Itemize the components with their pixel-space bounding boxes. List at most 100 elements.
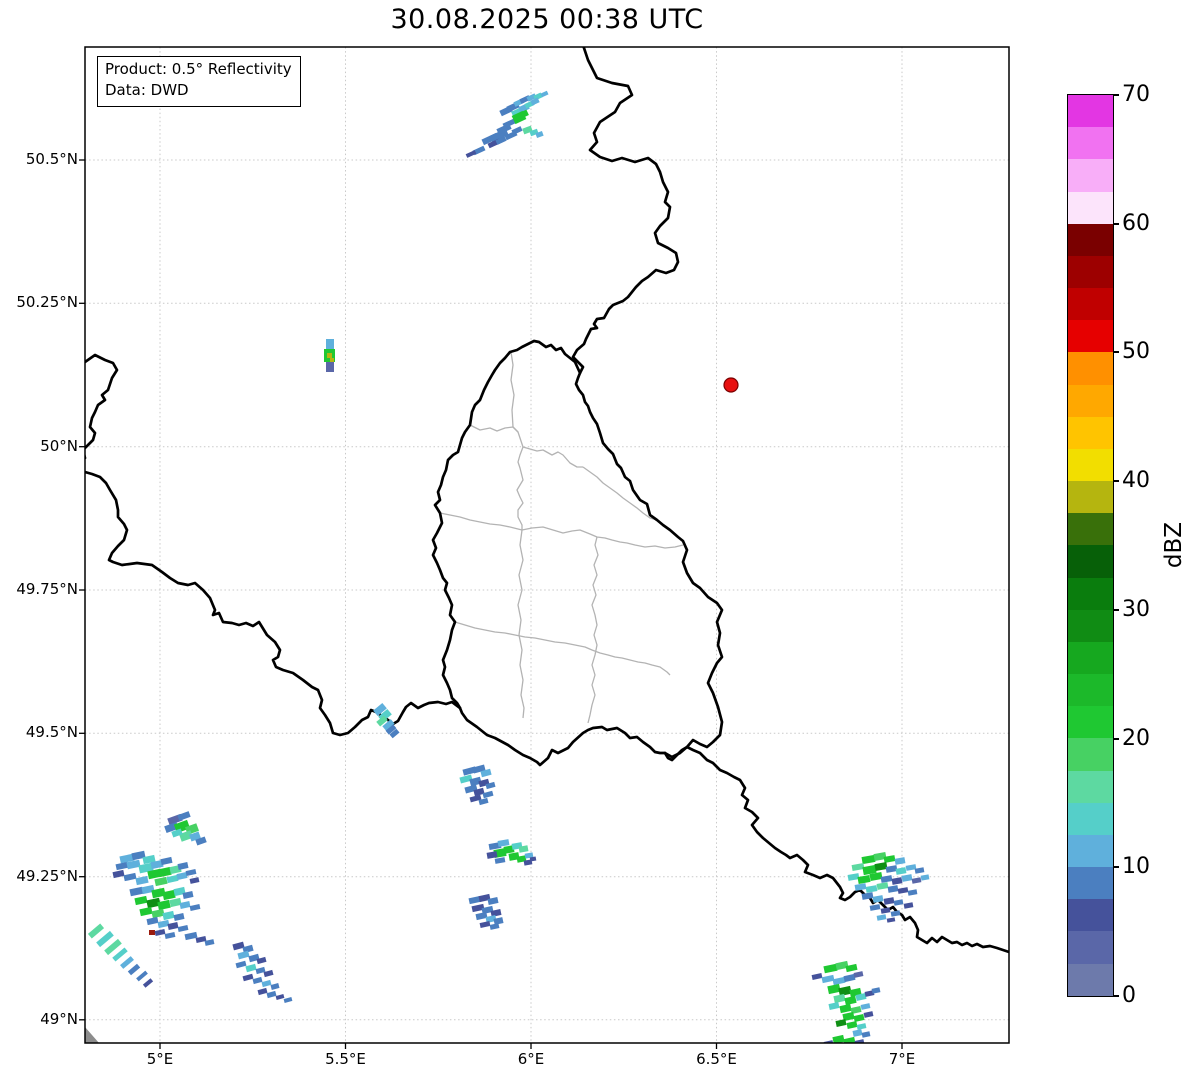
x-tick-label: 6°E: [517, 1050, 545, 1068]
radar-map-figure: 30.08.2025 00:38 UTC Product: 0.5° Refle…: [0, 0, 1202, 1081]
colorbar-segment: [1068, 513, 1113, 546]
radar-echoes-layer: [87, 90, 930, 1043]
colorbar-tick-mark: [1113, 866, 1119, 869]
colorbar-segment: [1068, 641, 1113, 675]
radar-echo-bin: [905, 864, 917, 871]
radar-echo-bin: [846, 1021, 858, 1029]
radar-echo-bin: [887, 885, 899, 893]
radar-echo-bin: [179, 901, 191, 909]
radar-echo-bin: [828, 1002, 840, 1010]
colorbar-segment: [1068, 609, 1113, 642]
radar-echo-bin: [157, 919, 170, 929]
radar-echo-bin: [883, 897, 895, 905]
colorbar-tick-mark: [1113, 608, 1119, 611]
y-tick-label: 50°N: [40, 436, 78, 455]
colorbar-tick-mark: [1113, 737, 1119, 740]
radar-echo-bin: [865, 885, 878, 893]
colorbar-segment: [1068, 288, 1113, 321]
colorbar-segment: [1068, 127, 1113, 160]
radar-echo-bin: [87, 923, 105, 939]
radar-echo-bin: [920, 874, 930, 881]
radar-echo-bin: [176, 872, 188, 880]
radar-echo-bin: [123, 872, 137, 882]
canton-border-line: [517, 529, 525, 719]
colorbar-segment: [1068, 963, 1113, 996]
radar-echo-bin: [894, 857, 906, 865]
radar-echo-bin: [465, 150, 477, 158]
radar-echo-bin: [237, 950, 250, 960]
y-tick-label: 50.5°N: [25, 150, 78, 168]
x-tick-label: 7°E: [888, 1050, 916, 1068]
radar-echo-bin: [173, 913, 185, 921]
radar-echo-bin: [154, 929, 166, 936]
radar-echo-bin: [142, 978, 154, 988]
data-source-line: Data: DWD: [105, 81, 189, 100]
radar-echo-bin: [901, 874, 913, 882]
colorbar-tick-mark: [1113, 351, 1119, 354]
radar-echo-bin: [327, 353, 332, 358]
border-luxembourg: [431, 339, 724, 767]
radar-echo-bin: [120, 956, 134, 969]
radar-echo-bin: [149, 930, 155, 935]
colorbar-segment: [1068, 223, 1113, 256]
colorbar-segment: [1068, 931, 1113, 964]
colorbar-segment: [1068, 320, 1113, 353]
radar-echo-bin: [146, 916, 159, 926]
colorbar-segment: [1068, 577, 1113, 610]
radar-echo-bin: [903, 902, 914, 909]
reflectivity-colorbar: [1067, 94, 1114, 997]
radar-echo-bin: [189, 904, 201, 911]
radar-echo-bin: [833, 993, 846, 1004]
radar-echo-bin: [880, 875, 893, 883]
radar-echo-bin: [497, 839, 510, 847]
radar-echo-bin: [844, 995, 857, 1006]
radar-echo-bin: [853, 1014, 865, 1022]
colorbar-segment: [1068, 352, 1113, 385]
radar-echo-bin: [326, 362, 334, 372]
radar-echo-bin: [127, 963, 141, 976]
y-tick-label: 49.75°N: [16, 580, 78, 598]
colorbar-segment: [1068, 738, 1113, 771]
y-tick-label: 49°N: [40, 1009, 78, 1028]
colorbar-segment: [1068, 384, 1113, 417]
radar-echo-bin: [511, 126, 523, 135]
colorbar-segment: [1068, 834, 1113, 868]
map-annotations-layer: [85, 377, 739, 1043]
radar-echo-bin: [275, 994, 285, 1000]
radar-echo-bin: [326, 339, 334, 349]
radar-echo-bin: [184, 931, 198, 941]
radar-echo-bin: [854, 883, 867, 891]
map-plot: [79, 46, 1010, 1049]
radar-echo-bin: [857, 875, 871, 884]
radar-echo-bin: [475, 911, 488, 921]
colorbar-segment: [1068, 448, 1113, 482]
radar-echo-bin: [189, 877, 200, 884]
radar-echo-bin: [852, 1029, 863, 1037]
radar-echo-bin: [861, 854, 876, 865]
radar-echo-bin: [232, 941, 245, 951]
axis-ticks-layer: [79, 159, 903, 1049]
radar-echo-bin: [160, 856, 173, 866]
radar-echo-bin: [266, 990, 277, 999]
colorbar-segment: [1068, 416, 1113, 449]
radar-echo-bin: [177, 862, 189, 870]
colorbar-tick-label: 60: [1122, 210, 1150, 236]
canton-border-line: [510, 351, 519, 433]
colorbar-segment: [1068, 674, 1113, 707]
product-info-box: Product: 0.5° Reflectivity Data: DWD: [97, 56, 301, 107]
radar-echo-bin: [861, 1031, 871, 1038]
radar-echo-bin: [235, 960, 247, 969]
radar-echo-bin: [876, 914, 887, 921]
radar-echo-bin: [283, 997, 293, 1003]
colorbar-segment: [1068, 545, 1113, 578]
colorbar-tick-mark: [1113, 480, 1119, 483]
radar-echo-bin: [847, 873, 860, 881]
canton-border-line: [516, 446, 524, 530]
radar-echo-bin: [177, 811, 191, 821]
colorbar-segment: [1068, 802, 1113, 835]
colorbar-segment: [1068, 95, 1113, 128]
colorbar-axis-label: dBZ: [1161, 521, 1187, 569]
radar-echo-bin: [479, 921, 491, 928]
colorbar-tick-label: 70: [1122, 82, 1150, 107]
colorbar-tick-label: 20: [1122, 725, 1150, 751]
